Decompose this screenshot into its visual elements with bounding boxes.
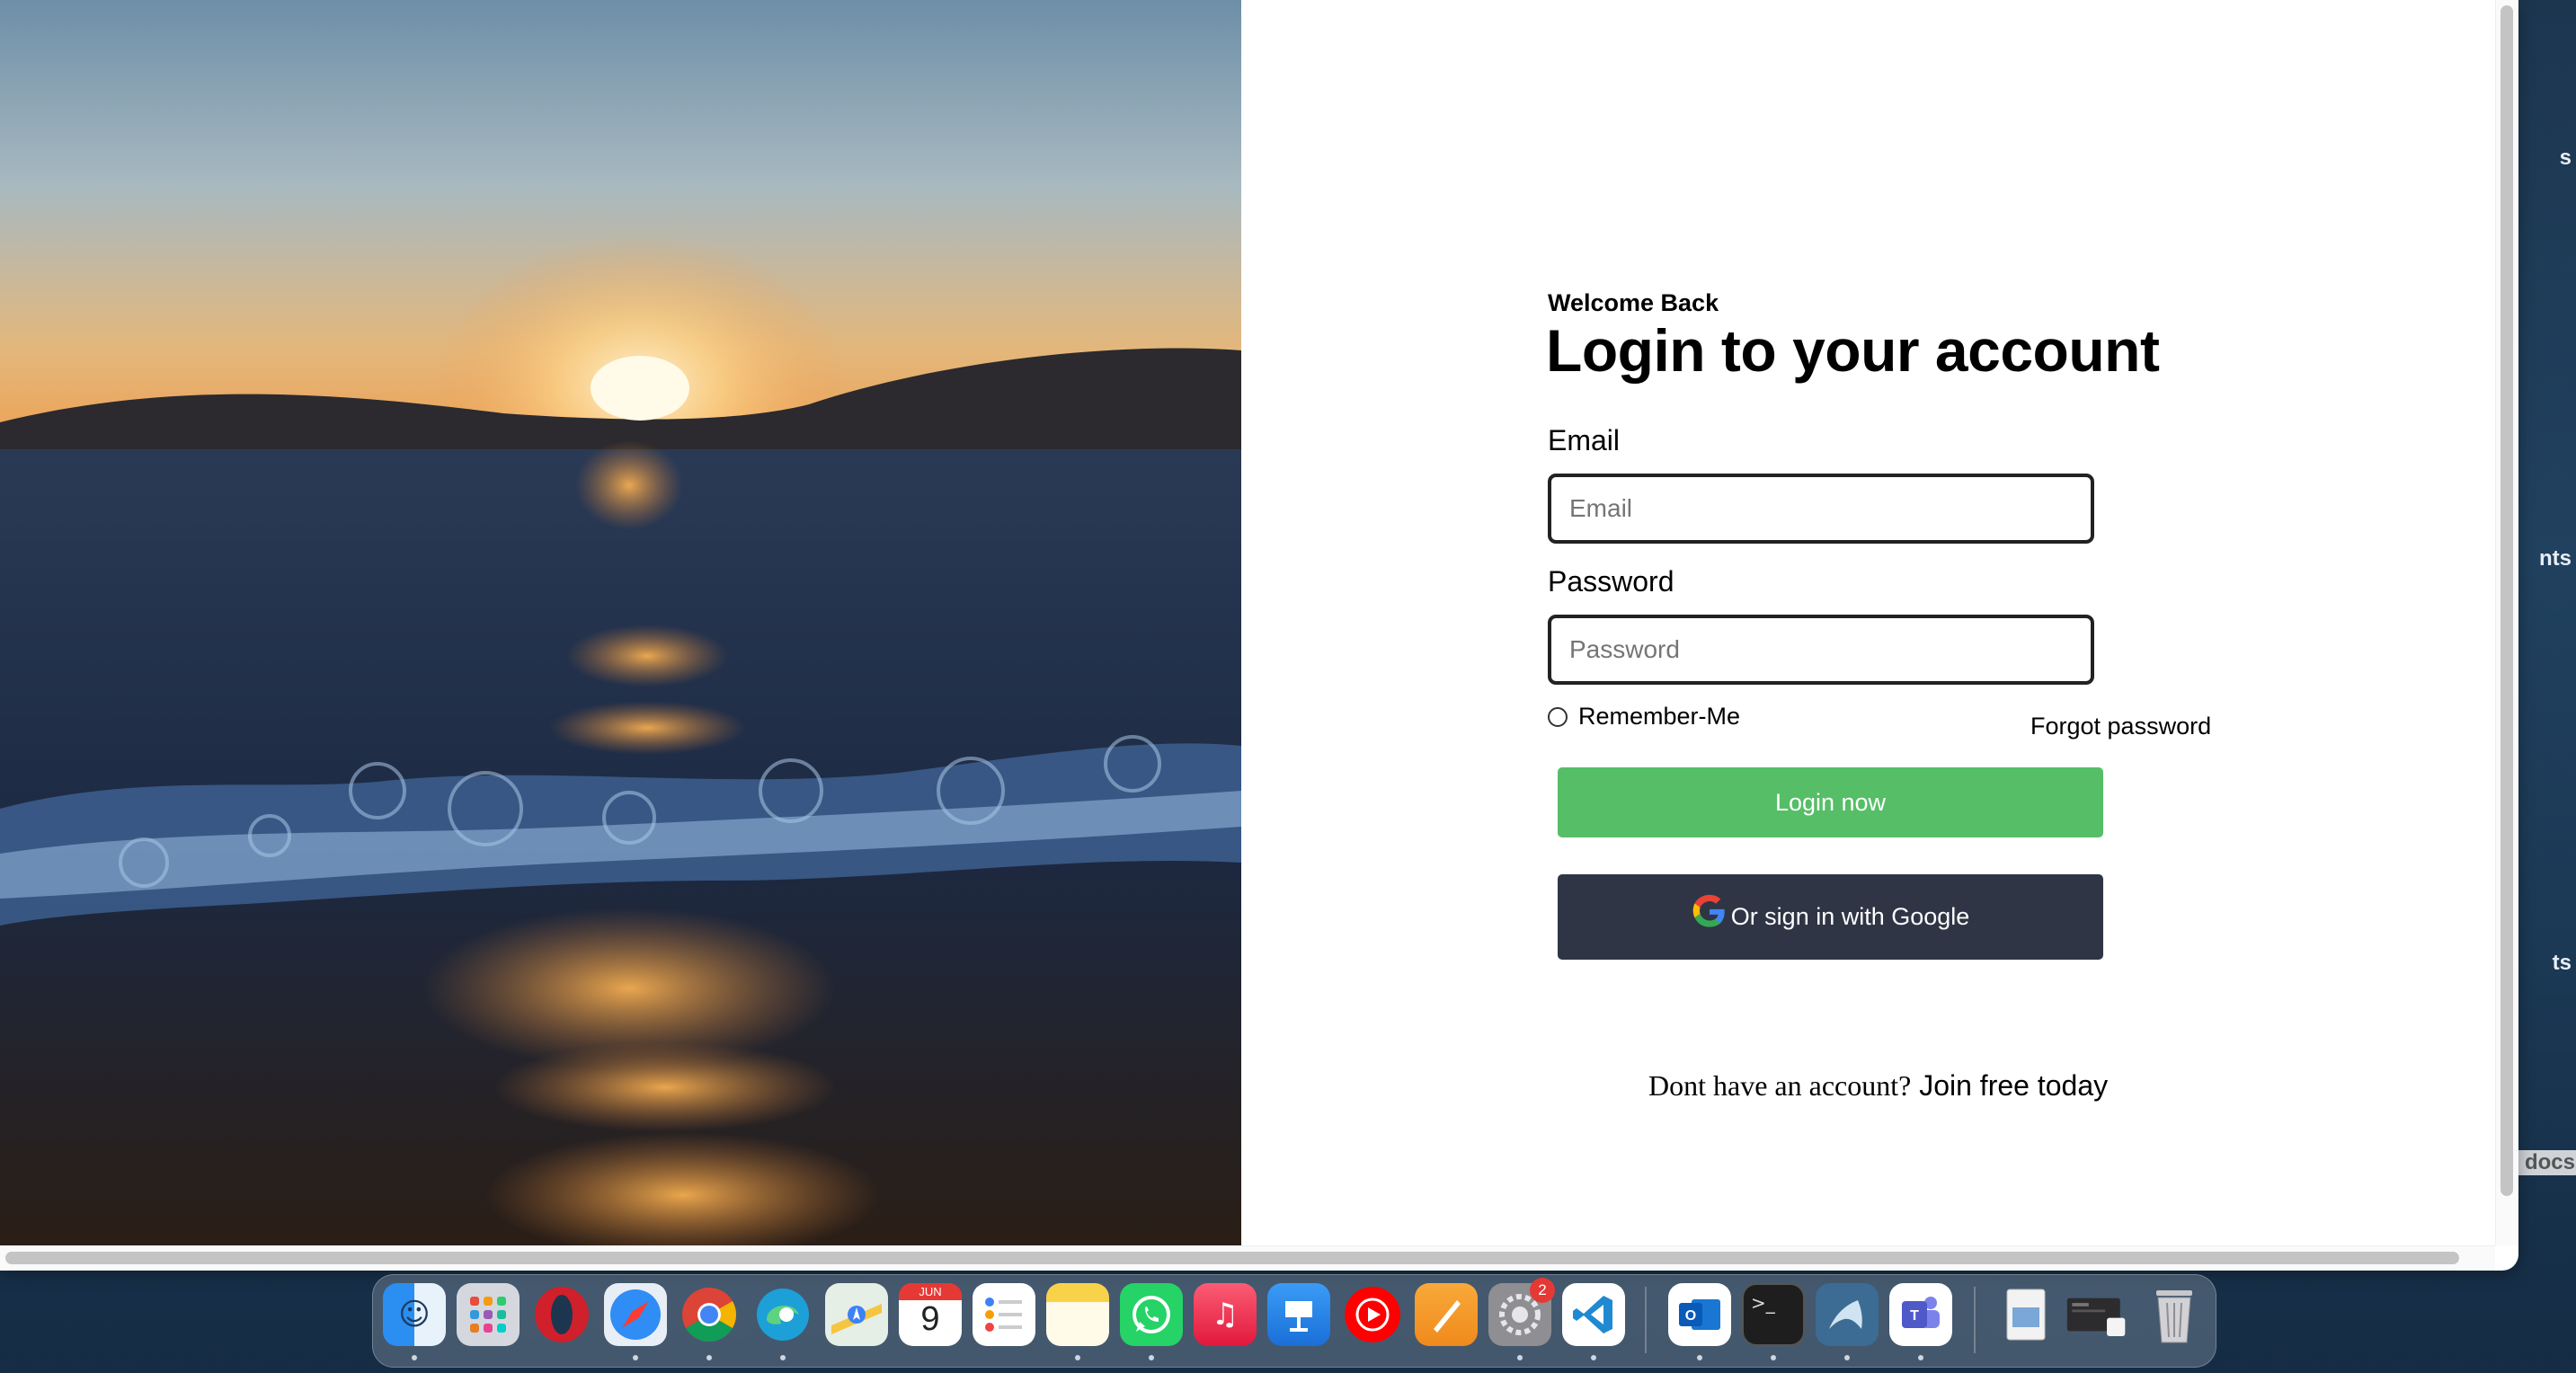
calendar-month: JUN: [899, 1283, 962, 1300]
email-input[interactable]: [1548, 474, 2094, 544]
desktop-label-2: nts: [2539, 546, 2572, 571]
google-icon: [1692, 894, 1725, 927]
launchpad-grid: [470, 1297, 506, 1333]
mysql-workbench-icon[interactable]: [1816, 1283, 1879, 1346]
desktop-folder-icon[interactable]: [2065, 1283, 2128, 1346]
calendar-day: 9: [920, 1300, 940, 1338]
svg-text:T: T: [1910, 1308, 1919, 1324]
google-signin-label: Or sign in with Google: [1730, 903, 1970, 930]
remember-me-radio[interactable]: [1548, 706, 1568, 727]
music-icon[interactable]: ♫: [1194, 1283, 1257, 1346]
google-signin-button[interactable]: Or sign in with Google: [1558, 874, 2103, 960]
dock-separator: [1974, 1287, 1976, 1353]
finder-icon[interactable]: ☺: [383, 1283, 446, 1346]
safari-icon[interactable]: [604, 1283, 667, 1346]
youtube-music-icon[interactable]: [1341, 1283, 1404, 1346]
pages-pen: [1434, 1300, 1461, 1333]
running-indicator: [1075, 1355, 1080, 1360]
whatsapp-phone: [1133, 1296, 1170, 1333]
dock-separator: [1645, 1287, 1647, 1353]
running-indicator: [1517, 1355, 1523, 1360]
login-button[interactable]: Login now: [1558, 767, 2103, 837]
desktop-label-4: docs: [2512, 1150, 2576, 1175]
mysql-dolphin: [1829, 1300, 1862, 1329]
reminders-icon[interactable]: [973, 1283, 1035, 1346]
opera-icon[interactable]: [530, 1283, 593, 1346]
welcome-text: Welcome Back: [1548, 289, 1719, 316]
keynote-podium: [1285, 1301, 1312, 1332]
running-indicator: [1149, 1355, 1154, 1360]
svg-text:O: O: [1685, 1308, 1696, 1324]
preview-document: [2006, 1289, 2046, 1341]
chrome-icon[interactable]: [678, 1283, 741, 1346]
chrome-logo: [682, 1288, 737, 1342]
running-indicator: [1771, 1355, 1776, 1360]
sunset-ocean-image: [0, 0, 1241, 1245]
teams-logo: T: [1902, 1297, 1940, 1328]
trash-icon[interactable]: [2143, 1283, 2206, 1346]
terminal-icon[interactable]: >_: [1742, 1283, 1805, 1346]
calendar-icon[interactable]: JUN 9: [899, 1283, 962, 1346]
teams-icon[interactable]: T: [1889, 1283, 1952, 1346]
password-input[interactable]: [1548, 615, 2094, 685]
signup-question: Dont have an account?: [1648, 1069, 1912, 1102]
notes-icon[interactable]: [1046, 1283, 1109, 1346]
safari-compass: [610, 1289, 661, 1340]
opera-logo: [535, 1287, 589, 1342]
reminders-list: [985, 1298, 1022, 1332]
desktop-stack: [2066, 1298, 2126, 1336]
remember-me-option[interactable]: Remember-Me: [1548, 703, 1740, 731]
notification-badge: 2: [1530, 1278, 1555, 1303]
launchpad-icon[interactable]: [457, 1283, 520, 1346]
page-title: Login to your account: [1546, 317, 2160, 384]
maps-icon[interactable]: [825, 1283, 888, 1346]
trash-can: [2156, 1290, 2192, 1343]
running-indicator: [412, 1355, 417, 1360]
browser-window: Welcome Back Login to your account Email…: [0, 0, 2518, 1271]
running-indicator: [1918, 1355, 1923, 1360]
running-indicator: [1844, 1355, 1850, 1360]
desktop-label-3: ts: [2552, 951, 2572, 975]
pages-icon[interactable]: [1415, 1283, 1478, 1346]
edge-icon[interactable]: [751, 1283, 814, 1346]
keynote-icon[interactable]: [1267, 1283, 1330, 1346]
system-settings-icon[interactable]: 2: [1488, 1278, 1555, 1346]
running-indicator: [633, 1355, 638, 1360]
preview-icon[interactable]: [1994, 1283, 2056, 1346]
vscode-icon[interactable]: [1562, 1283, 1625, 1346]
maps-symbol: [831, 1304, 882, 1334]
running-indicator: [780, 1355, 786, 1360]
vscode-logo: [1573, 1296, 1612, 1333]
edge-logo: [757, 1289, 809, 1341]
desktop-label-1: s: [2559, 146, 2572, 170]
join-free-link[interactable]: Join free today: [1919, 1069, 2108, 1102]
email-label: Email: [1548, 424, 1621, 456]
forgot-password-link[interactable]: Forgot password: [2030, 713, 2211, 740]
vertical-scrollbar[interactable]: [2500, 5, 2513, 1196]
password-label: Password: [1548, 565, 1674, 598]
sunset-illustration: [0, 234, 1241, 1245]
outlook-icon[interactable]: O: [1668, 1283, 1731, 1346]
signup-prompt: Dont have an account? Join free today: [1648, 1069, 2108, 1103]
running-indicator: [1697, 1355, 1702, 1360]
horizontal-scrollbar[interactable]: [5, 1252, 2459, 1264]
whatsapp-icon[interactable]: [1120, 1283, 1183, 1346]
youtube-music-logo: [1345, 1287, 1400, 1342]
outlook-logo: O: [1679, 1299, 1720, 1330]
remember-me-label: Remember-Me: [1578, 703, 1741, 730]
running-indicator: [706, 1355, 712, 1360]
running-indicator: [1591, 1355, 1596, 1360]
